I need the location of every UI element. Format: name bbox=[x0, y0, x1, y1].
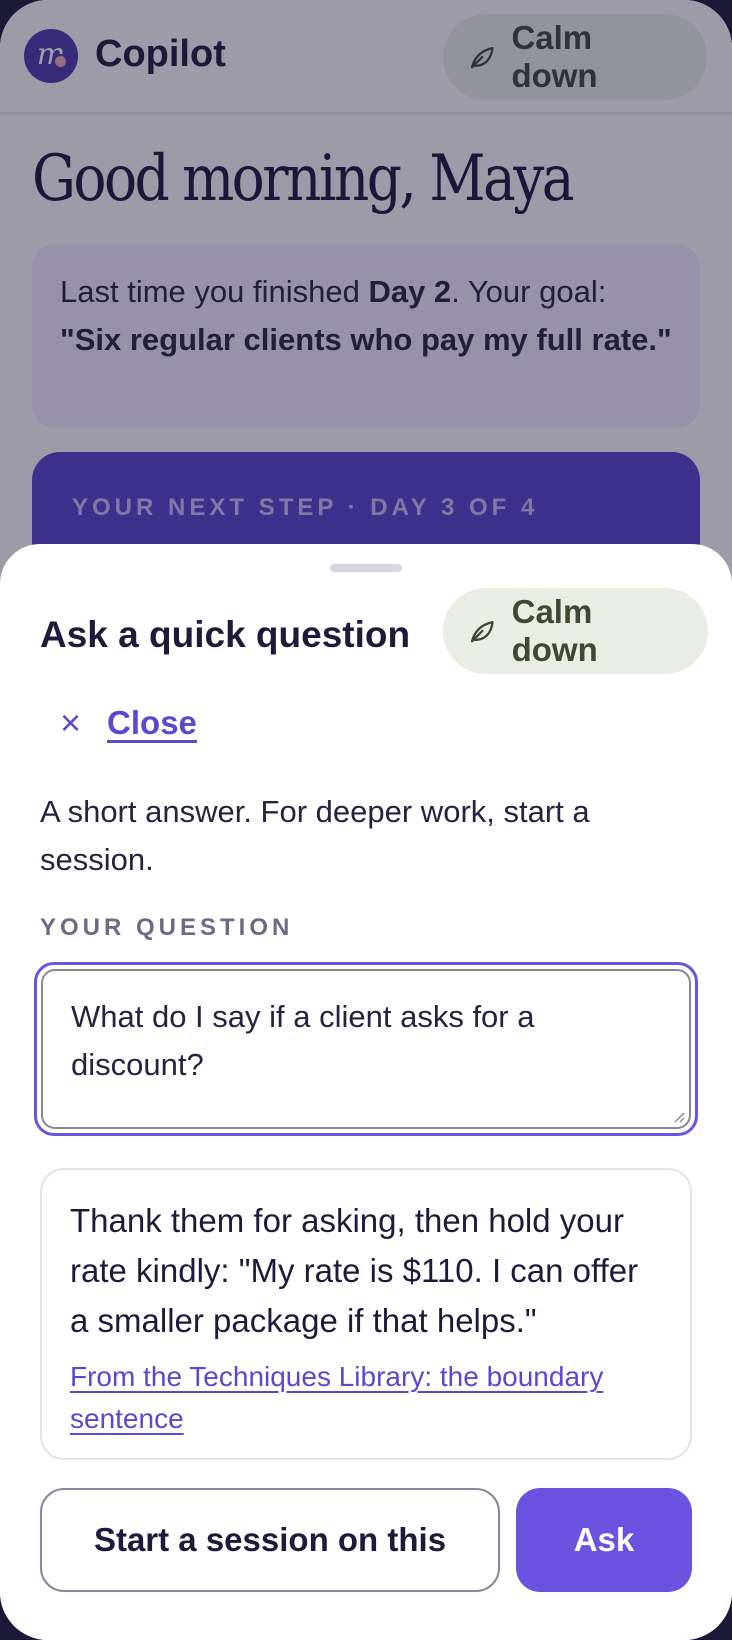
answer-text: Thank them for asking, then hold your ra… bbox=[70, 1202, 639, 1339]
close-button[interactable]: × Close bbox=[60, 704, 197, 742]
start-session-button[interactable]: Start a session on this bbox=[40, 1488, 500, 1592]
question-textarea[interactable]: What do I say if a client asks for a dis… bbox=[41, 969, 691, 1129]
calm-down-label: Calm down bbox=[511, 593, 598, 668]
quick-question-sheet: Ask a quick question Calm down × Close A… bbox=[0, 544, 732, 1640]
leaf-icon bbox=[470, 620, 494, 643]
techniques-library-link[interactable]: From the Techniques Library: the boundar… bbox=[70, 1356, 662, 1440]
ask-button[interactable]: Ask bbox=[516, 1488, 692, 1592]
answer-card: Thank them for asking, then hold your ra… bbox=[40, 1168, 692, 1460]
close-label: Close bbox=[107, 704, 197, 741]
question-field-focus-ring: What do I say if a client asks for a dis… bbox=[34, 962, 698, 1136]
close-icon: × bbox=[60, 702, 82, 743]
question-label: YOUR QUESTION bbox=[40, 914, 294, 941]
sheet-title: Ask a quick question bbox=[40, 614, 411, 655]
sheet-description: A short answer. For deeper work, start a… bbox=[40, 794, 590, 877]
phone-screen: m Copilot Calm down Good morning, Maya L… bbox=[0, 0, 732, 1640]
calm-down-button[interactable]: Calm down bbox=[443, 588, 708, 674]
sheet-handle[interactable] bbox=[330, 564, 402, 572]
resize-handle-icon[interactable] bbox=[671, 1109, 685, 1123]
